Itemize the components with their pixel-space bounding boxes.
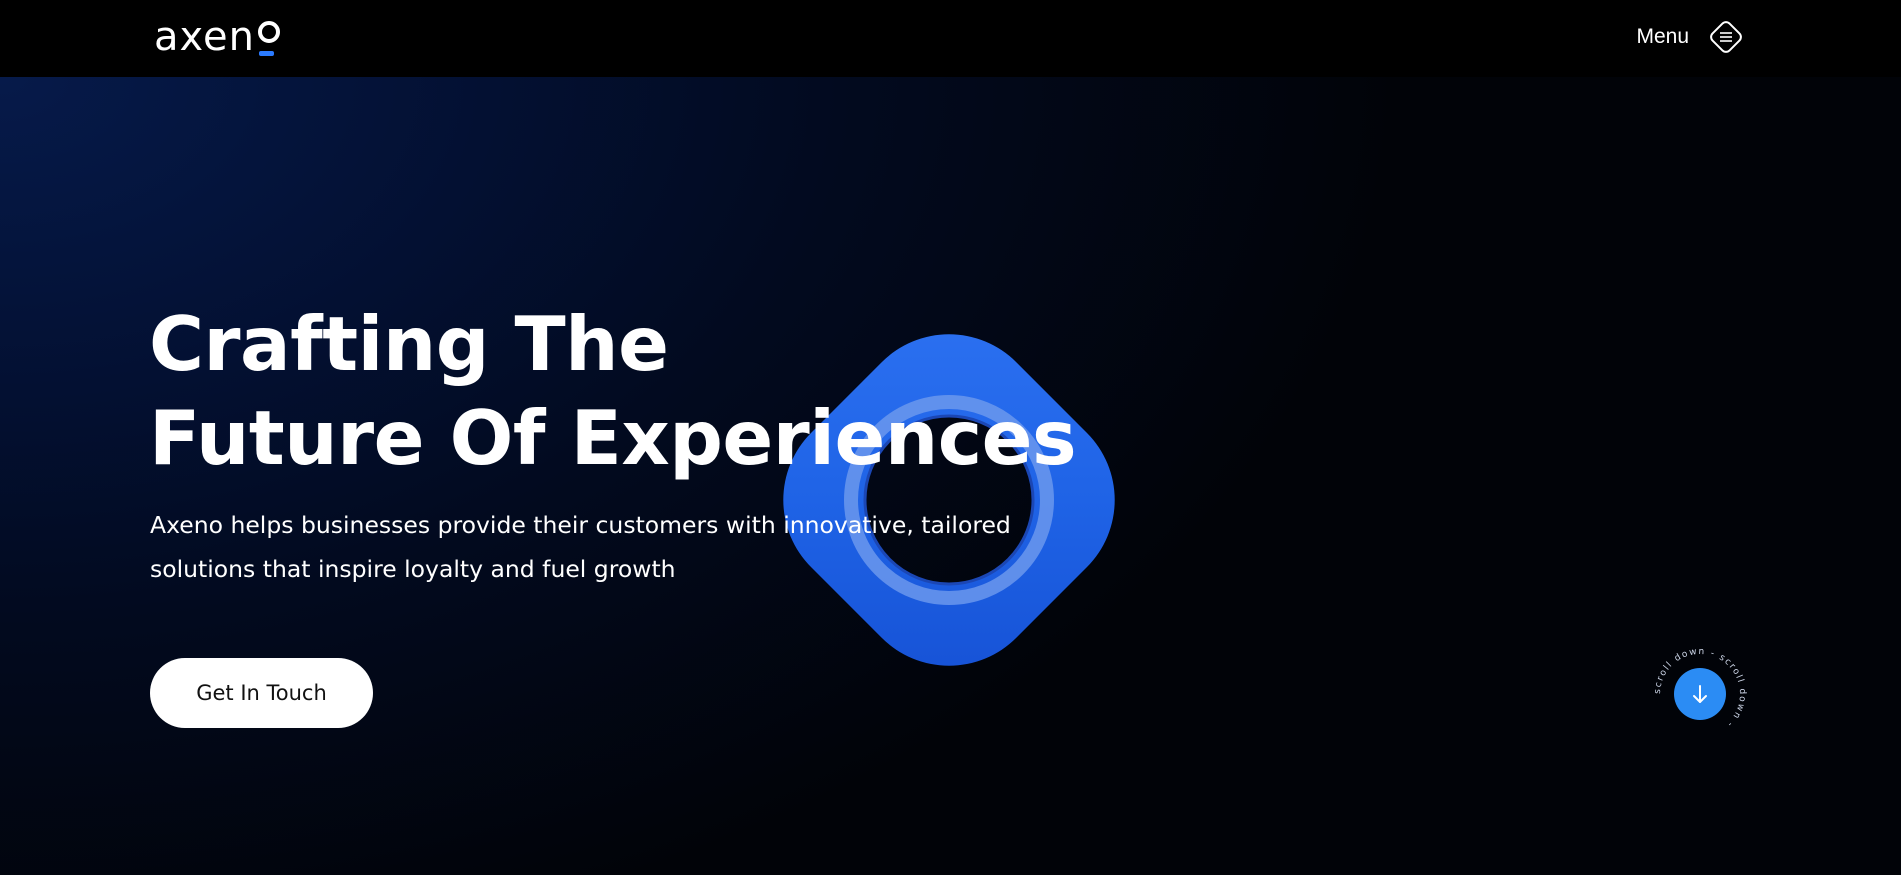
page: axen Menu Crafting The Future Of Experie… [0,0,1901,875]
logo-o-mark-icon [256,17,280,57]
scroll-down-button[interactable]: scroll down - scroll down - [1652,646,1748,742]
menu-button[interactable]: Menu [1636,14,1747,60]
hero-section: Crafting The Future Of Experiences Axeno… [0,77,1901,875]
menu-label: Menu [1636,25,1689,48]
logo[interactable]: axen [154,14,280,60]
hero-subtext: Axeno helps businesses provide their cus… [150,511,1011,583]
get-in-touch-button[interactable]: Get In Touch [150,658,373,728]
hamburger-diamond-icon [1710,21,1742,53]
headline-line-1: Crafting The [149,300,669,388]
hero-headline: Crafting The Future Of Experiences [149,297,1077,485]
site-header: axen Menu [0,0,1901,77]
logo-text: axen [154,14,255,60]
headline-line-2: Future Of Experiences [149,394,1077,482]
